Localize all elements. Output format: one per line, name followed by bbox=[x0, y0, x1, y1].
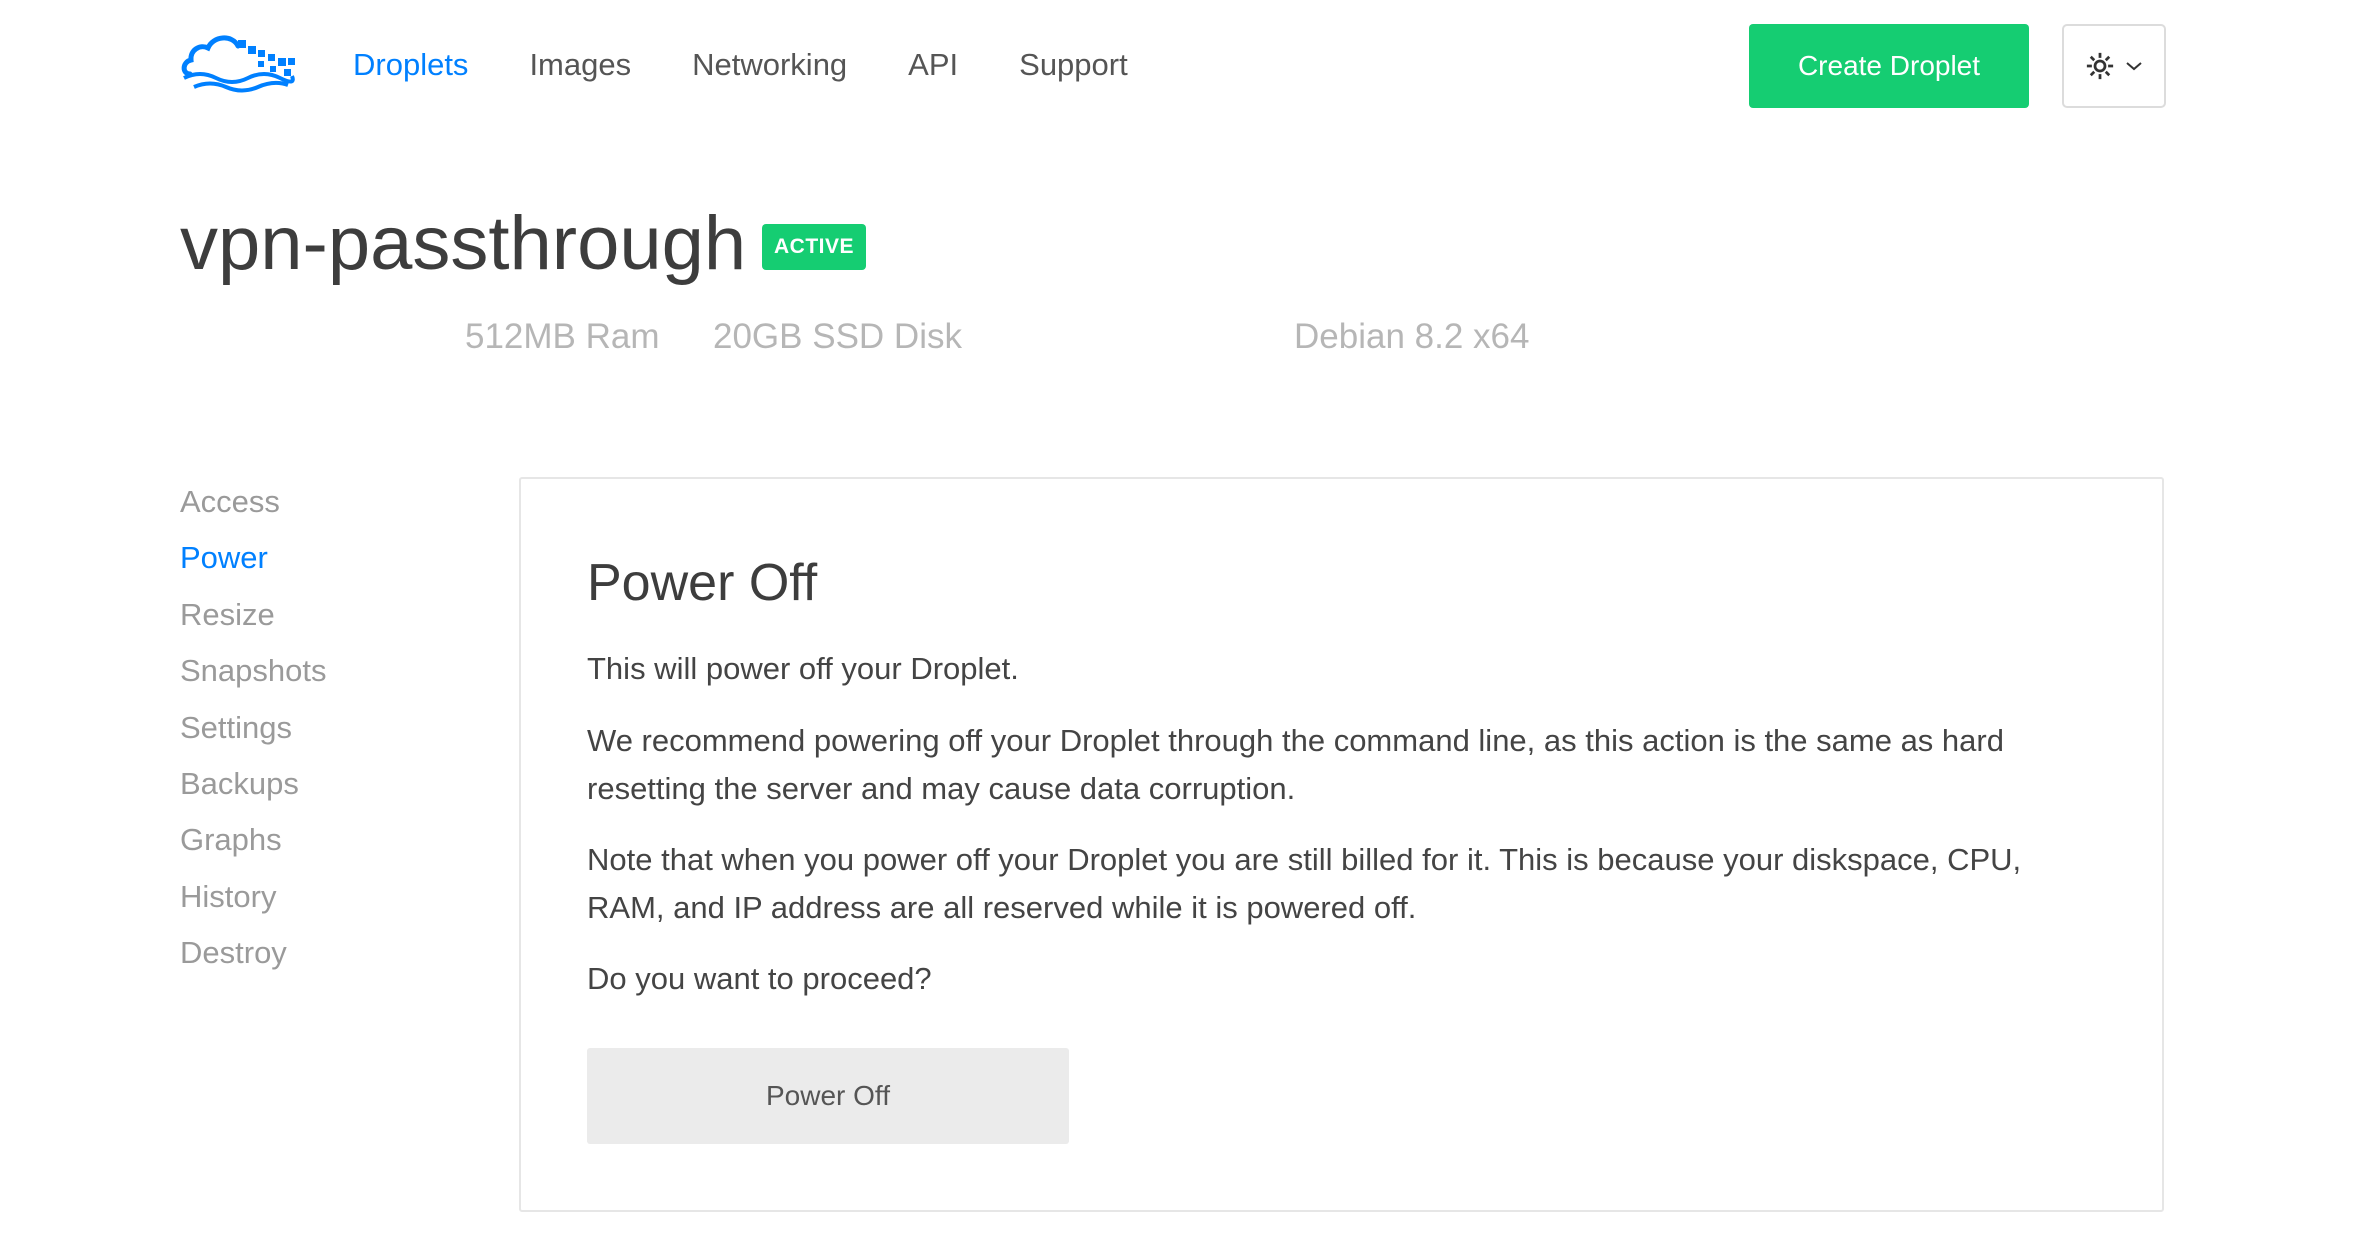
panel-paragraph-intro: This will power off your Droplet. bbox=[587, 651, 1019, 686]
sidebar-item-destroy[interactable]: Destroy bbox=[180, 925, 327, 981]
panel-paragraph-recommend: We recommend powering off your Droplet t… bbox=[587, 723, 2004, 806]
gear-icon bbox=[2086, 52, 2114, 80]
status-badge: ACTIVE bbox=[762, 224, 867, 270]
create-droplet-button[interactable]: Create Droplet bbox=[1749, 24, 2029, 108]
ram-spec: 512MB Ram bbox=[465, 317, 660, 356]
power-off-panel: Power Off This will power off your Dropl… bbox=[519, 477, 2164, 1212]
droplet-name: vpn-passthrough bbox=[180, 201, 747, 286]
panel-paragraph-confirm: Do you want to proceed? bbox=[587, 961, 932, 996]
sidebar-item-resize[interactable]: Resize bbox=[180, 587, 327, 643]
nav-networking[interactable]: Networking bbox=[692, 40, 847, 90]
power-off-button[interactable]: Power Off bbox=[587, 1048, 1069, 1144]
sidebar-item-power[interactable]: Power bbox=[180, 530, 327, 586]
settings-dropdown-button[interactable] bbox=[2062, 24, 2166, 108]
os-spec: Debian 8.2 x64 bbox=[1294, 317, 1530, 356]
sidebar-item-snapshots[interactable]: Snapshots bbox=[180, 643, 327, 699]
panel-title: Power Off bbox=[587, 554, 818, 612]
disk-spec: 20GB SSD Disk bbox=[713, 317, 962, 356]
page: Droplets Images Networking API Support C… bbox=[0, 0, 2378, 1248]
sidebar-item-backups[interactable]: Backups bbox=[180, 756, 327, 812]
sidebar-item-graphs[interactable]: Graphs bbox=[180, 812, 327, 868]
nav-api[interactable]: API bbox=[908, 40, 958, 90]
digitalocean-logo-icon[interactable] bbox=[180, 28, 296, 94]
main-nav: Droplets Images Networking API Support bbox=[353, 40, 1128, 90]
nav-droplets[interactable]: Droplets bbox=[353, 40, 468, 90]
sidebar-item-access[interactable]: Access bbox=[180, 474, 327, 530]
droplet-side-menu: Access Power Resize Snapshots Settings B… bbox=[180, 474, 327, 982]
sidebar-item-settings[interactable]: Settings bbox=[180, 700, 327, 756]
nav-images[interactable]: Images bbox=[529, 40, 631, 90]
panel-paragraph-billing: Note that when you power off your Drople… bbox=[587, 842, 2022, 925]
nav-support[interactable]: Support bbox=[1019, 40, 1128, 90]
chevron-down-icon bbox=[2126, 62, 2142, 71]
sidebar-item-history[interactable]: History bbox=[180, 869, 327, 925]
